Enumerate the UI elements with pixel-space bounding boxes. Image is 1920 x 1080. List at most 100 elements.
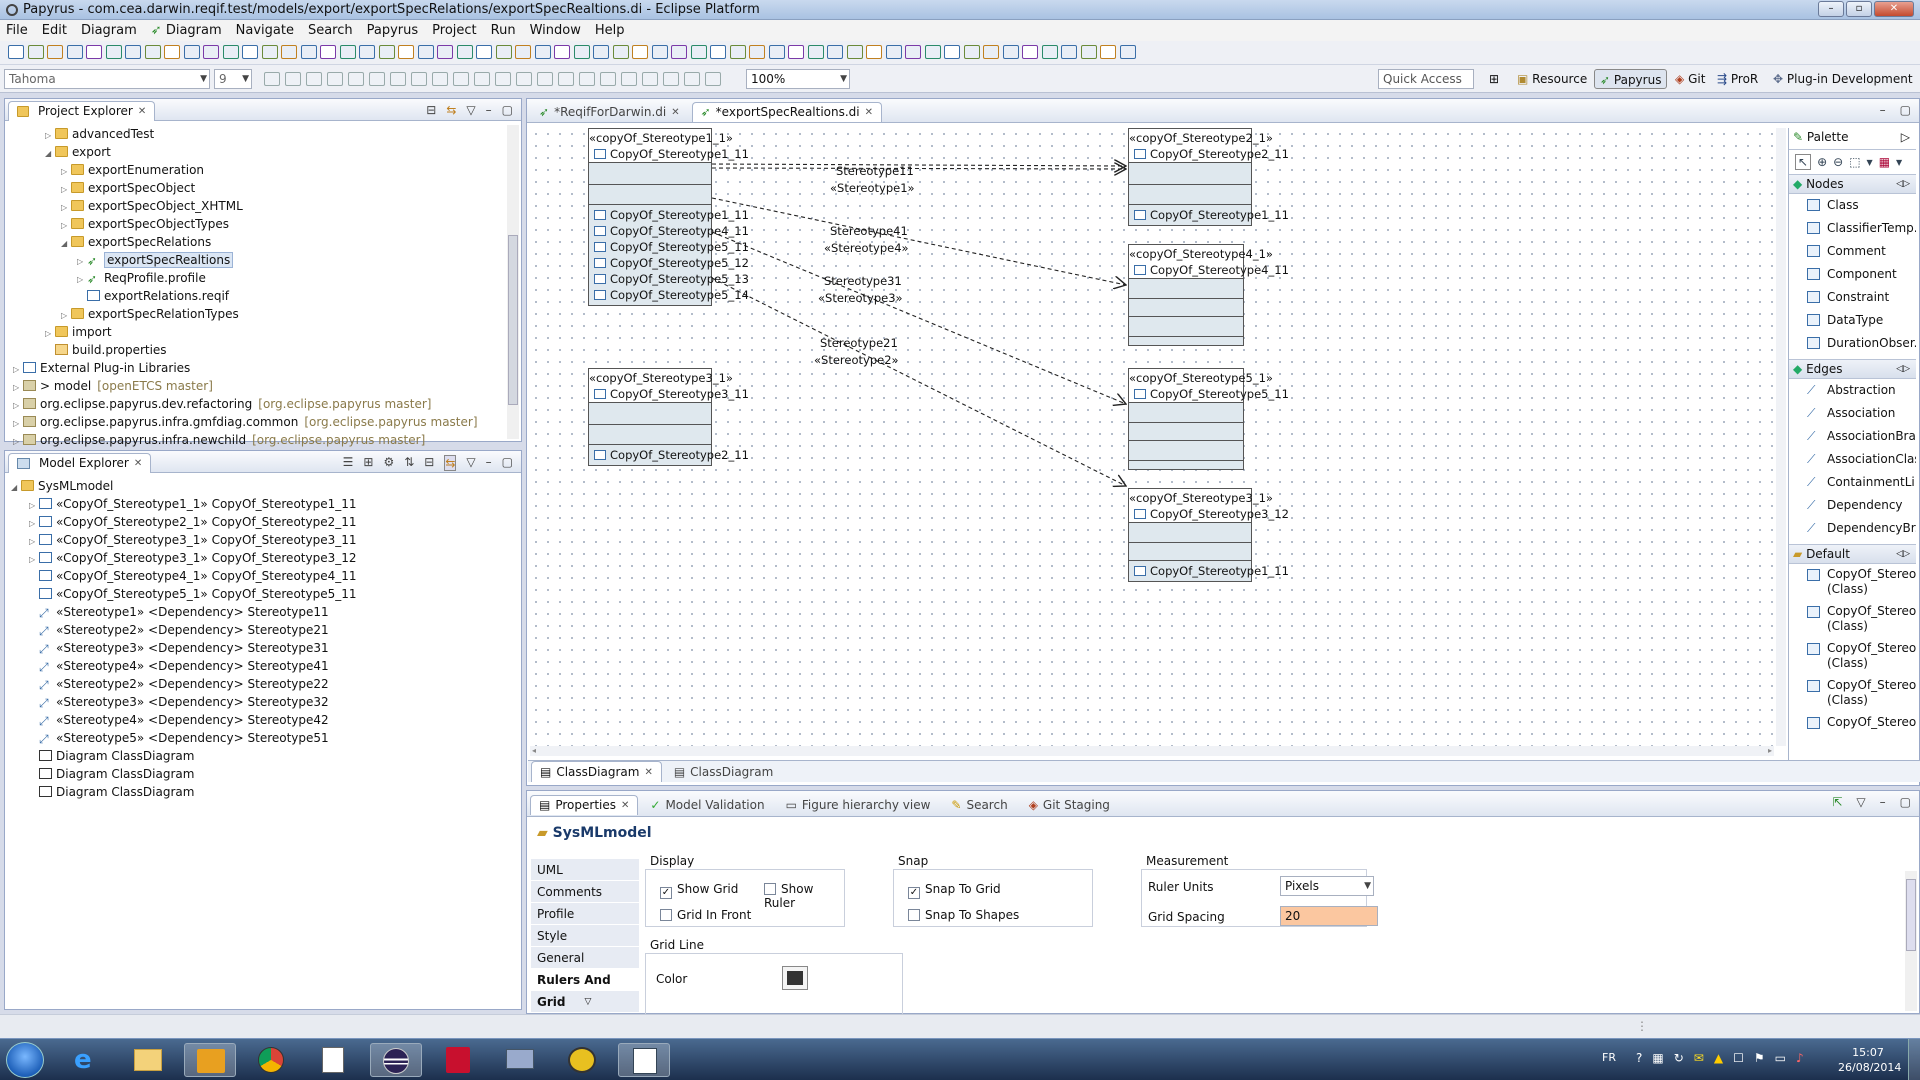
project-tree-item[interactable]: ◢ export: [5, 143, 521, 161]
class-name[interactable]: CopyOf_Stereotype4_11: [1129, 262, 1289, 278]
outlook-tray-icon[interactable]: ☐: [1733, 1051, 1744, 1065]
class-compartment[interactable]: [1129, 337, 1243, 345]
format-action-icon[interactable]: [705, 72, 721, 86]
model-tree-item[interactable]: ⤢ «Stereotype3» <Dependency> Stereotype32: [5, 693, 521, 711]
model-tree-item[interactable]: ▷ «CopyOf_Stereotype3_1» CopyOf_Stereotyp…: [5, 549, 521, 567]
class-name[interactable]: CopyOf_Stereotype3_12: [1129, 506, 1289, 522]
model-tree-item[interactable]: ⤢ «Stereotype2» <Dependency> Stereotype22: [5, 675, 521, 693]
toolbar-action-icon[interactable]: [534, 45, 551, 59]
attribute-item[interactable]: CopyOf_Stereotype2_11: [589, 447, 749, 463]
project-tree-item[interactable]: ▷ > model [openETCS master]: [5, 377, 521, 395]
model-tree-item[interactable]: ▷ «CopyOf_Stereotype2_1» CopyOf_Stereotyp…: [5, 513, 521, 531]
model-tree-item[interactable]: ⤢ «Stereotype5» <Dependency> Stereotype51: [5, 729, 521, 747]
taskbar-app-yellow[interactable]: [556, 1043, 608, 1077]
project-tree-item[interactable]: ▷ import: [5, 323, 521, 341]
toolbar-action-icon[interactable]: [1022, 45, 1038, 59]
close-icon[interactable]: ✕: [671, 107, 679, 118]
project-tree-item[interactable]: ▷ exportSpecObjectTypes: [5, 215, 521, 233]
close-icon[interactable]: ✕: [865, 107, 873, 118]
toolbar-action-icon[interactable]: [66, 45, 83, 59]
toolbar-action-icon[interactable]: [359, 45, 375, 59]
toolbar-action-icon[interactable]: [47, 45, 63, 59]
menu-diagram[interactable]: Diagram: [81, 23, 137, 38]
project-tree-item[interactable]: exportRelations.reqif: [5, 287, 521, 305]
project-tree-item[interactable]: ▷ ➶ ReqProfile.profile: [5, 269, 521, 287]
view-menu-icon[interactable]: ▽: [466, 455, 475, 471]
show-desktop-button[interactable]: [1908, 1039, 1920, 1080]
project-tree-item[interactable]: ▷ org.eclipse.papyrus.infra.gmfdiag.commo…: [5, 413, 521, 431]
taskbar-eclipse[interactable]: [370, 1043, 422, 1077]
format-action-icon[interactable]: [474, 72, 490, 86]
toolbar-action-icon[interactable]: [710, 45, 726, 59]
toolbar-action-icon[interactable]: [398, 45, 414, 59]
attribute-item[interactable]: CopyOf_Stereotype5_14: [589, 287, 749, 303]
toolbar-action-icon[interactable]: [593, 45, 609, 59]
edge-stereotype-label[interactable]: «Stereotype3»: [818, 291, 903, 305]
zoom-combo[interactable]: 100% ▼: [746, 69, 850, 89]
format-action-icon[interactable]: [600, 72, 616, 86]
model-tree-item[interactable]: «CopyOf_Stereotype4_1» CopyOf_Stereotype…: [5, 567, 521, 585]
tab-project-explorer[interactable]: Project Explorer ✕: [8, 100, 156, 121]
tab-comments[interactable]: Comments: [531, 881, 639, 903]
sort-icon[interactable]: ☰: [343, 455, 354, 471]
class-compartment[interactable]: [1129, 299, 1243, 317]
class-compartment[interactable]: [589, 185, 711, 205]
taskbar-remote-desktop[interactable]: [494, 1043, 546, 1077]
class-node[interactable]: «copyOf_Stereotype2_1» CopyOf_Stereotype2…: [1128, 128, 1289, 226]
class-compartment[interactable]: [1129, 185, 1251, 205]
toolbar-action-icon[interactable]: [1002, 45, 1019, 59]
vertical-scrollbar[interactable]: [507, 125, 519, 439]
edge-name-label[interactable]: Stereotype31: [824, 274, 902, 288]
toolbar-action-icon[interactable]: [944, 45, 960, 59]
menu-help[interactable]: Help: [595, 23, 625, 38]
filter-icon[interactable]: ⚙: [383, 455, 394, 471]
toolbar-action-icon[interactable]: [339, 45, 356, 59]
toolbar-action-icon[interactable]: [846, 45, 863, 59]
language-indicator[interactable]: FR: [1602, 1051, 1616, 1064]
ruler-units-select[interactable]: Pixels ▼: [1280, 876, 1374, 896]
format-action-icon[interactable]: [663, 72, 679, 86]
format-action-icon[interactable]: [285, 72, 301, 86]
model-tree-item[interactable]: ▷ «CopyOf_Stereotype1_1» CopyOf_Stereotyp…: [5, 495, 521, 513]
edge-stereotype-label[interactable]: «Stereotype4»: [824, 241, 909, 255]
toolbar-action-icon[interactable]: [690, 45, 707, 59]
class-name[interactable]: CopyOf_Stereotype3_11: [589, 386, 749, 402]
palette-node-tool[interactable]: Component: [1789, 263, 1916, 286]
project-tree-item[interactable]: ▷ exportEnumeration: [5, 161, 521, 179]
tab-class-diagram-2[interactable]: ▤ ClassDiagram: [665, 761, 782, 782]
perspective-papyrus[interactable]: ➶ Papyrus: [1594, 69, 1668, 89]
start-button[interactable]: [6, 1042, 44, 1078]
toolbar-action-icon[interactable]: [866, 45, 882, 59]
palette-default-tool[interactable]: CopyOf_Stereo...(Class): [1789, 601, 1916, 638]
project-tree-item[interactable]: ▷ org.eclipse.papyrus.infra.newchild [org.…: [5, 431, 521, 449]
menu-run[interactable]: Run: [491, 23, 516, 38]
attributes-compartment[interactable]: CopyOf_Stereotype2_11: [589, 445, 749, 465]
attribute-item[interactable]: CopyOf_Stereotype5_12: [589, 255, 749, 271]
format-action-icon[interactable]: [684, 72, 700, 86]
dependency-edge[interactable]: [711, 231, 1126, 404]
class-node[interactable]: «copyOf_Stereotype3_1» CopyOf_Stereotype3…: [588, 368, 749, 466]
toolbar-action-icon[interactable]: [632, 45, 648, 59]
maximize-view-icon[interactable]: ▢: [1900, 795, 1911, 809]
toolbar-action-icon[interactable]: [144, 45, 161, 59]
maximize-view-icon[interactable]: ▢: [1900, 103, 1911, 117]
attributes-compartment[interactable]: CopyOf_Stereotype1_11 CopyOf_Stereotype4_…: [589, 205, 749, 305]
format-action-icon[interactable]: [621, 72, 637, 86]
toolbar-action-icon[interactable]: [1080, 45, 1097, 59]
tab-export-spec-realtions[interactable]: ➶ *exportSpecRealtions.di ✕: [691, 101, 883, 122]
collapse-all-icon[interactable]: ⊟: [426, 103, 436, 117]
menu-search[interactable]: Search: [308, 23, 353, 38]
open-perspective-button[interactable]: ⊞: [1484, 69, 1504, 89]
menu-project[interactable]: Project: [432, 23, 476, 38]
hierarchy-icon[interactable]: ⊞: [363, 455, 373, 471]
toolbar-action-icon[interactable]: [729, 45, 746, 59]
edge-name-label[interactable]: Stereotype11: [836, 164, 914, 178]
flag-icon[interactable]: ⚑: [1754, 1051, 1765, 1065]
close-icon[interactable]: ✕: [134, 458, 142, 469]
format-action-icon[interactable]: [453, 72, 469, 86]
toolbar-action-icon[interactable]: [749, 45, 765, 59]
network-tray-icon[interactable]: ▦: [1652, 1051, 1663, 1065]
menu-papyrus[interactable]: Papyrus: [367, 23, 419, 38]
tab-uml[interactable]: UML: [531, 859, 639, 881]
toolbar-action-icon[interactable]: [905, 45, 921, 59]
